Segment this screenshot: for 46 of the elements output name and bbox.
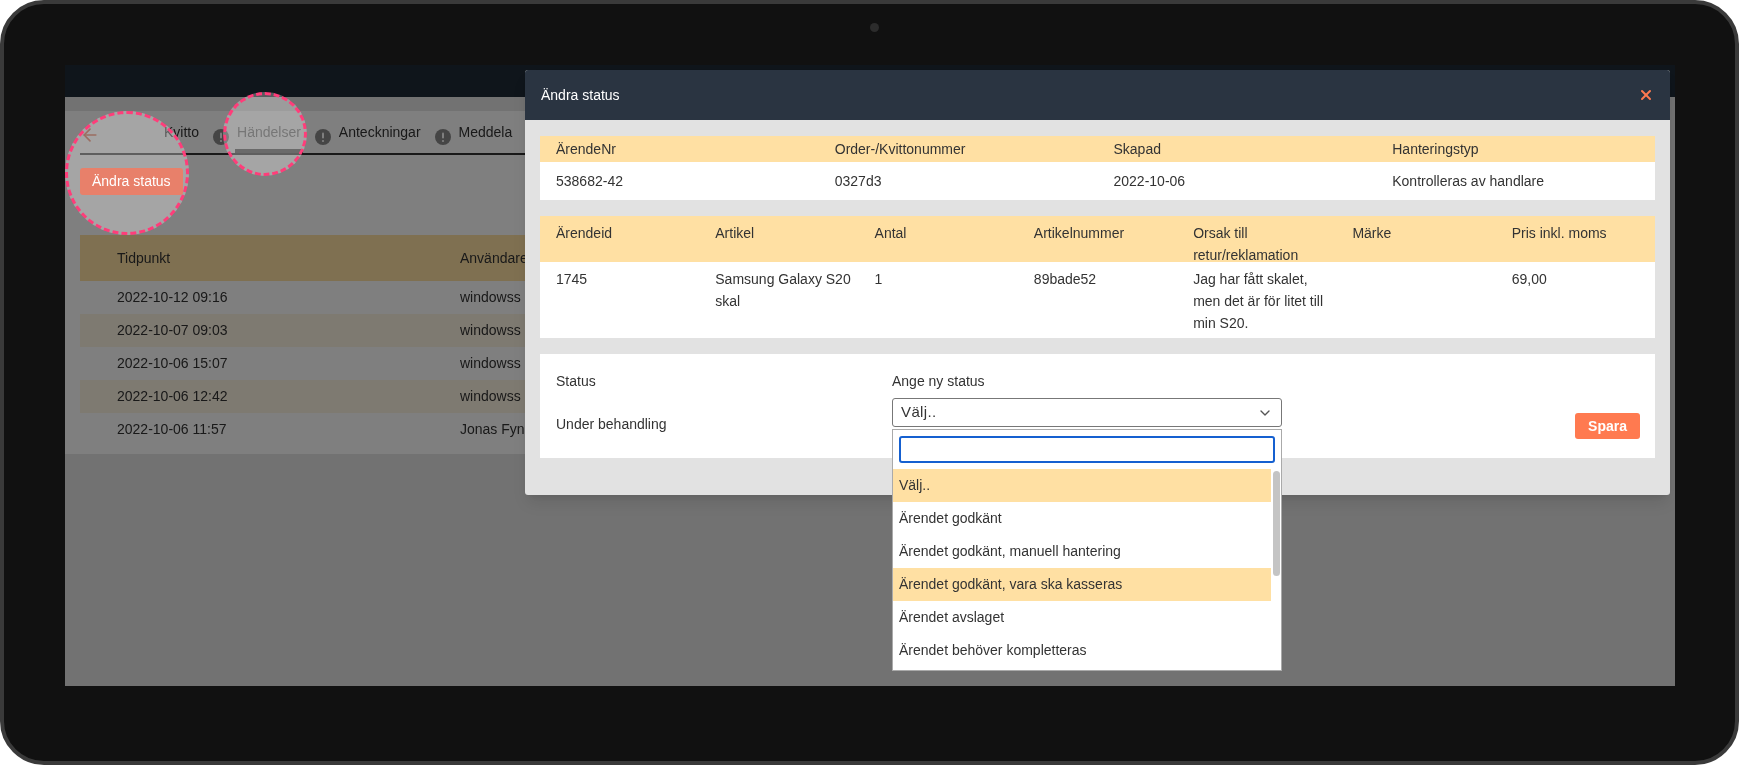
table-cell-text: 2022-10-06: [1112, 171, 1187, 191]
table-cell-text: 2022-10-07 09:03: [117, 321, 229, 340]
column-header: Hanteringstyp: [1391, 139, 1480, 159]
table-cell-text: windowss: [460, 387, 521, 406]
close-icon[interactable]: [1638, 87, 1654, 103]
tab[interactable]: Kvitto: [162, 120, 201, 153]
dropdown-option[interactable]: Ärendet godkänt, vara ska kasseras: [893, 568, 1271, 601]
column-header: Antal: [873, 224, 908, 243]
column-header: Artikelnummer: [1032, 224, 1126, 243]
table-cell-text: Jag har fått skalet, men det är för litet till min S20.: [1192, 270, 1325, 333]
search-field[interactable]: [899, 436, 1275, 463]
tab[interactable]: Anteckningar: [336, 120, 423, 153]
table-cell-text: 2022-10-06 12:42: [117, 387, 229, 406]
table-cell-text: 538682-42: [555, 171, 624, 191]
status-select[interactable]: Välj..: [892, 398, 1282, 427]
table-cell-text: windowss: [460, 321, 521, 340]
table-cell-text: 2022-10-06 15:07: [117, 354, 229, 373]
table-cell-text: 2022-10-12 09:16: [117, 288, 229, 307]
new-status-label: Ange ny status: [892, 372, 986, 391]
column-header: Märke: [1351, 224, 1393, 243]
column-header: Orsak till retur/reklamation: [1192, 224, 1300, 265]
column-header: ÄrendeNr: [555, 139, 617, 159]
scrollbar-thumb[interactable]: [1272, 471, 1280, 576]
table-cell-text: 1745: [555, 270, 589, 289]
table-cell-text: 1: [873, 270, 884, 289]
table-cell-text: Jonas Fyn: [460, 420, 525, 439]
table-cell-text: 89bade52: [1032, 270, 1098, 289]
column-header: Ärendeid: [555, 224, 614, 243]
column-header: Tidpunkt: [117, 248, 172, 268]
column-header: Användare: [460, 248, 528, 268]
table-cell-text: 0327d3: [833, 171, 883, 191]
dropdown-option[interactable]: Välj..: [893, 469, 1271, 502]
table-cell-text: windowss: [460, 354, 521, 373]
column-header: Pris inkl. moms: [1510, 224, 1608, 243]
column-header: Skapad: [1112, 139, 1162, 159]
modal-title: Ändra status: [541, 85, 620, 105]
status-value: Under behandling: [556, 415, 668, 434]
column-header: Order-/Kvittonummer: [833, 139, 967, 159]
table-cell-text: Samsung Galaxy S20 skal: [714, 270, 852, 311]
tab[interactable]: Meddela: [456, 120, 515, 153]
column-header: Artikel: [714, 224, 756, 243]
table-cell-text: 69,00: [1510, 270, 1548, 289]
table-cell-text: Kontrolleras av handlare: [1391, 171, 1545, 191]
table-cell-text: 2022-10-06 11:57: [117, 420, 228, 439]
status-label: Status: [556, 372, 597, 391]
table-cell-text: windowss: [460, 288, 521, 307]
